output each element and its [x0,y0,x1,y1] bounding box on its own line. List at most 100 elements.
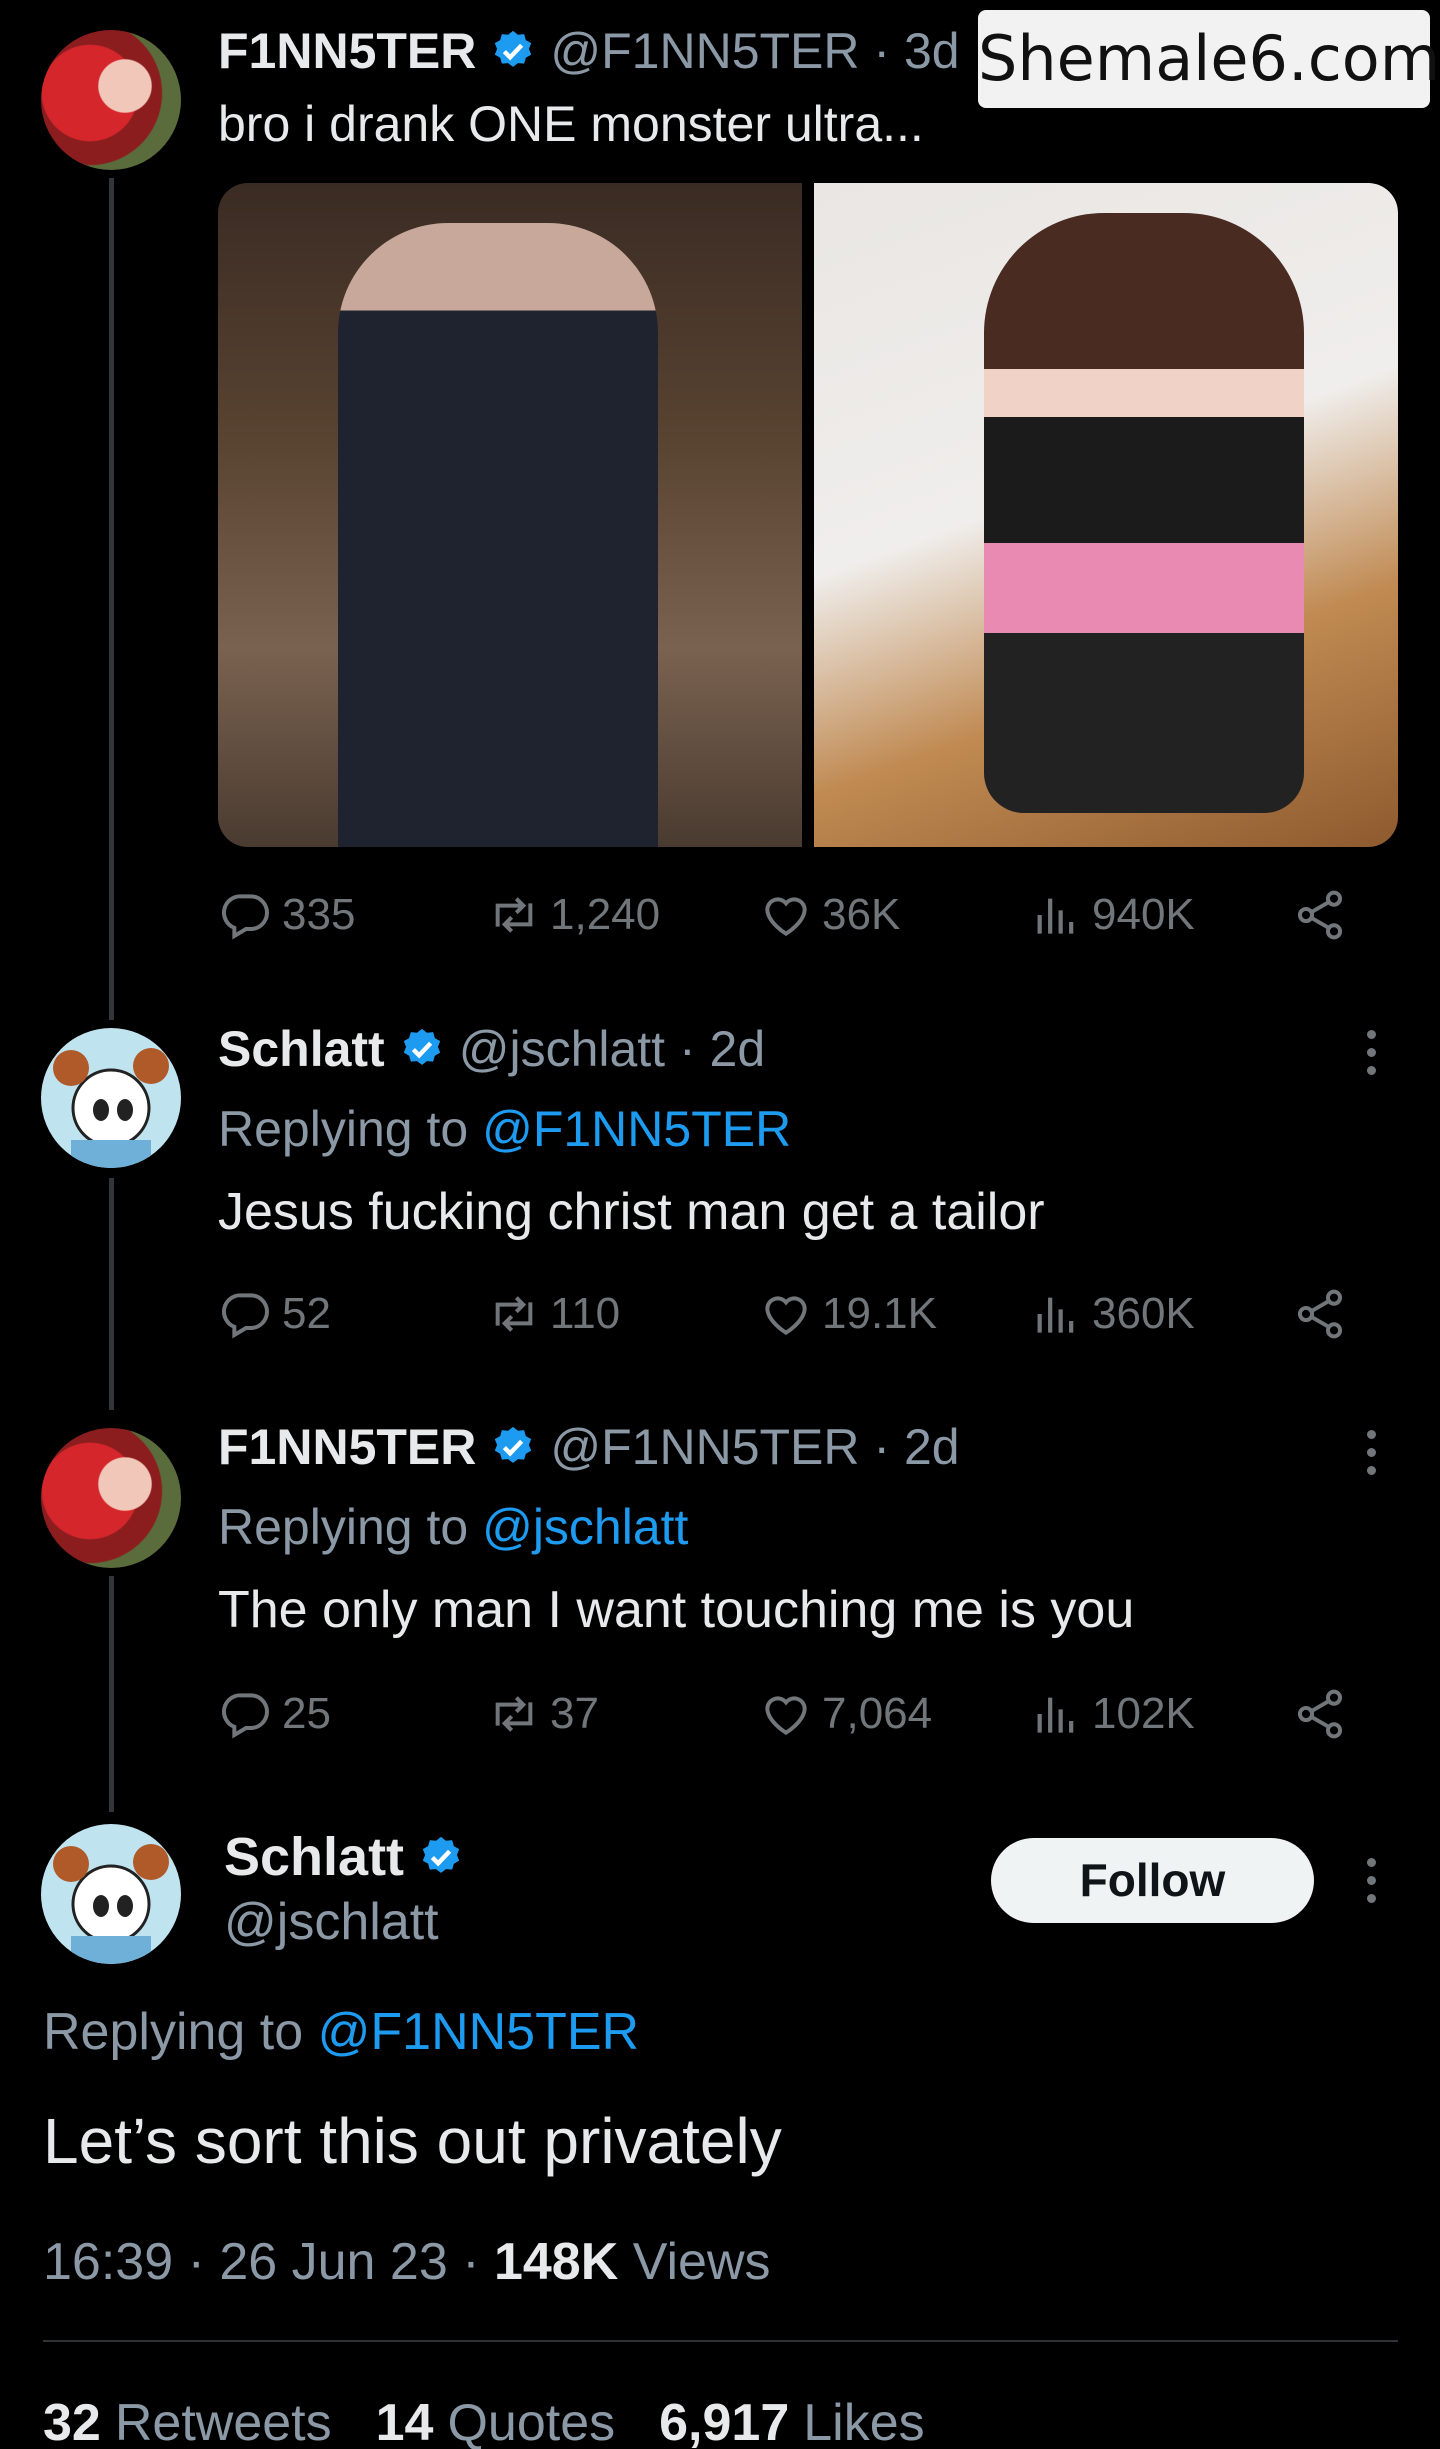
views-button[interactable]: 940K [1028,883,1195,947]
tweet-header: Schlatt @jschlatt · 2d [218,1020,765,1078]
mention-link[interactable]: @F1NN5TER [318,2003,640,2061]
verified-icon [490,1424,536,1470]
share-button[interactable] [1292,883,1356,947]
like-icon [758,1686,814,1742]
tweet-media[interactable] [218,183,1398,847]
retweet-button[interactable]: 37 [486,1682,599,1746]
share-icon [1292,1286,1348,1342]
author-name[interactable]: Schlatt [218,1020,385,1078]
replying-label: Replying to [43,2003,304,2061]
views-label: Views [618,2233,771,2291]
quotes-stat[interactable]: 14 Quotes [376,2393,616,2449]
like-icon [758,1286,814,1342]
divider [43,2340,1398,2342]
main-author-row: Schlatt [224,1826,478,1888]
avatar-illustration [53,1844,169,1964]
quotes-count: 14 [375,2394,434,2449]
retweets-count: 32 [43,2394,101,2449]
avatar-illustration [53,1048,169,1168]
views-count: 940K [1092,890,1195,939]
reply-count: 335 [282,890,356,939]
like-count: 19.1K [822,1289,937,1338]
main-author-name[interactable]: Schlatt [224,1826,404,1888]
reply-button[interactable]: 52 [218,1282,331,1346]
reply-icon [218,887,274,943]
retweets-stat[interactable]: 32 Retweets [43,2393,332,2449]
likes-count: 6,917 [659,2394,790,2449]
likes-label: Likes [803,2394,925,2449]
figure-suit [338,223,658,847]
share-button[interactable] [1292,1282,1356,1346]
thread-line [109,178,114,1020]
views-count: 148K [493,2233,619,2291]
verified-icon [418,1834,464,1880]
quotes-label: Quotes [447,2394,616,2449]
share-button[interactable] [1292,1682,1356,1746]
figure-kneeling [984,213,1304,813]
likes-stat[interactable]: 6,917 Likes [659,2393,925,2449]
views-icon [1028,1286,1084,1342]
author-name[interactable]: F1NN5TER [218,1418,476,1476]
like-button[interactable]: 7,064 [758,1682,932,1746]
like-icon [758,887,814,943]
main-author-handle[interactable]: @jschlatt [224,1892,439,1952]
retweet-button[interactable]: 110 [486,1282,620,1346]
avatar[interactable] [41,30,181,170]
verified-icon [490,28,536,74]
views-count: 102K [1092,1689,1195,1738]
replying-label: Replying to [218,1499,469,1555]
retweet-icon [486,1286,542,1342]
retweet-icon [486,887,542,943]
reply-count: 52 [282,1289,331,1338]
retweet-icon [486,1686,542,1742]
author-handle[interactable]: @jschlatt · 2d [459,1020,765,1078]
retweet-count: 37 [550,1689,599,1738]
replying-to: Replying to @jschlatt [218,1498,688,1556]
tweet-text: Jesus fucking christ man get a tailor [218,1183,1045,1241]
retweet-count: 110 [550,1289,621,1338]
share-icon [1292,887,1348,943]
action-bar: 25 37 7,064 102K [218,1682,1358,1746]
tweet-text: bro i drank ONE monster ultra... [218,96,924,152]
avatar[interactable] [41,1028,181,1168]
views-button[interactable]: 360K [1028,1282,1195,1346]
more-icon[interactable] [1361,1430,1381,1475]
replying-label: Replying to [218,1101,469,1157]
reply-button[interactable]: 335 [218,883,355,947]
views-count: 360K [1092,1289,1195,1338]
thread-line [109,1576,114,1812]
verified-icon [399,1026,445,1072]
photo-kneeling[interactable] [814,183,1398,847]
timestamp[interactable]: 16:39 · 26 Jun 23 · [43,2233,494,2291]
avatar[interactable] [41,1824,181,1964]
share-icon [1292,1686,1348,1742]
replying-to: Replying to @F1NN5TER [218,1100,791,1158]
like-button[interactable]: 19.1K [758,1282,937,1346]
main-tweet-text: Let’s sort this out privately [43,2105,782,2177]
reply-count: 25 [282,1689,331,1738]
retweet-button[interactable]: 1,240 [486,883,660,947]
more-icon[interactable] [1361,1858,1381,1903]
tweet-text: The only man I want touching me is you [218,1581,1135,1639]
views-button[interactable]: 102K [1028,1682,1195,1746]
follow-button[interactable]: Follow [991,1838,1314,1923]
avatar[interactable] [41,1428,181,1568]
reply-icon [218,1286,274,1342]
author-handle[interactable]: @F1NN5TER · 3d [550,22,959,80]
like-button[interactable]: 36K [758,883,900,947]
action-bar: 52 110 19.1K 360K [218,1282,1358,1346]
photo-suit[interactable] [218,183,802,847]
action-bar: 335 1,240 36K 940K [218,883,1358,947]
tweet-header: F1NN5TER @F1NN5TER · 3d [218,22,960,80]
tweet-meta: 16:39 · 26 Jun 23 · 148K Views [43,2232,771,2292]
mention-link[interactable]: @F1NN5TER [482,1101,791,1157]
thread-line [109,1178,114,1410]
watermark: Shemale6.com [978,10,1440,108]
replying-to: Replying to @F1NN5TER [43,2002,639,2062]
author-name[interactable]: F1NN5TER [218,22,476,80]
more-icon[interactable] [1361,1030,1381,1075]
reply-button[interactable]: 25 [218,1682,331,1746]
views-icon [1028,1686,1084,1742]
author-handle[interactable]: @F1NN5TER · 2d [550,1418,959,1476]
mention-link[interactable]: @jschlatt [482,1499,688,1555]
